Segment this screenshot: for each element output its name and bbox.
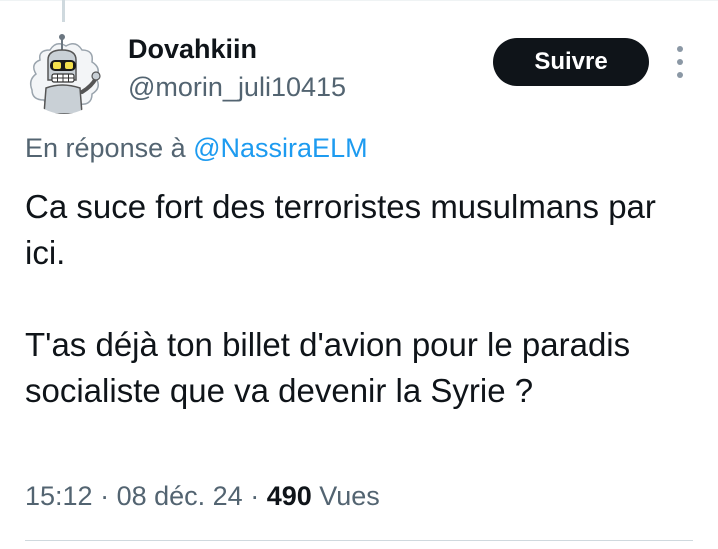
views-label: Vues xyxy=(311,481,380,511)
more-dot xyxy=(677,72,683,78)
reply-context: En réponse à @NassiraELM xyxy=(25,130,368,166)
more-dot xyxy=(677,46,683,52)
thread-connector-line xyxy=(62,0,65,22)
meta-separator: · xyxy=(92,481,117,511)
follow-button[interactable]: Suivre xyxy=(493,38,649,86)
tweet-time[interactable]: 15:12 xyxy=(25,481,93,511)
more-dot xyxy=(677,59,683,65)
top-divider xyxy=(0,0,718,1)
meta-separator: · xyxy=(242,481,267,511)
tweet-date[interactable]: 08 déc. 24 xyxy=(117,481,243,511)
bottom-divider xyxy=(25,540,693,541)
tweet-text: Ca suce fort des terroristes musulmans p… xyxy=(25,184,705,414)
tweet-metadata: 15:12 · 08 déc. 24 · 490 Vues xyxy=(25,478,380,514)
reply-to-mention-link[interactable]: @NassiraELM xyxy=(193,133,367,163)
author-display-name[interactable]: Dovahkiin xyxy=(128,32,257,66)
more-vertical-icon[interactable] xyxy=(670,46,690,78)
tweet-paragraph: Ca suce fort des terroristes musulmans p… xyxy=(25,188,656,271)
author-handle[interactable]: @morin_juli10415 xyxy=(128,70,346,104)
reply-prefix: En réponse à xyxy=(25,133,194,163)
tweet-paragraph: T'as déjà ton billet d'avion pour le par… xyxy=(25,326,631,409)
views-count[interactable]: 490 xyxy=(267,481,312,511)
robot-avatar-icon[interactable] xyxy=(22,30,106,114)
